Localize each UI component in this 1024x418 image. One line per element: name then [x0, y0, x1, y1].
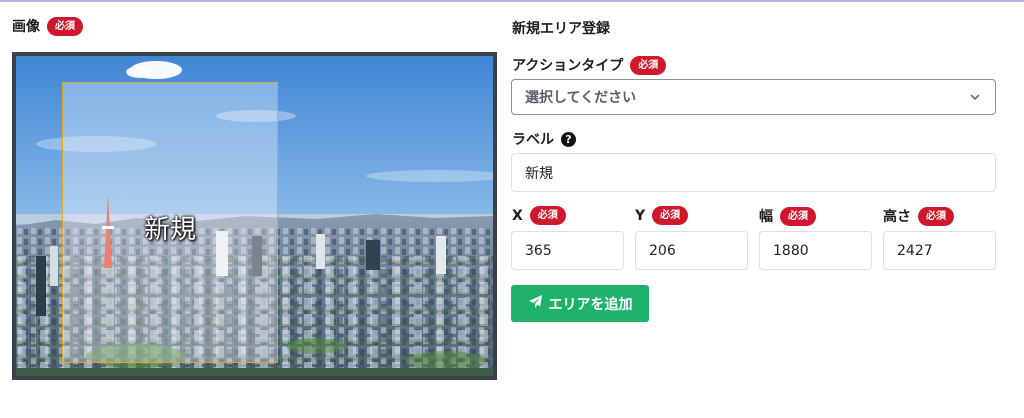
- label-field-label: ラベル: [512, 132, 554, 148]
- y-label: Y: [635, 207, 646, 224]
- required-badge: 必須: [529, 206, 566, 225]
- help-icon[interactable]: ?: [561, 131, 576, 147]
- y-label-row: Y 必須: [635, 206, 689, 225]
- area-box-label: 新規: [143, 215, 196, 245]
- image-label: 画像: [12, 19, 40, 35]
- image-label-row: 画像 必須: [12, 16, 83, 36]
- label-input[interactable]: 新規: [511, 153, 996, 192]
- city-photo[interactable]: 新規: [16, 56, 493, 376]
- chevron-down-icon: [967, 89, 983, 109]
- send-icon: [528, 294, 543, 313]
- required-badge: 必須: [918, 206, 954, 226]
- action-type-label-row: アクションタイプ 必須: [512, 55, 667, 75]
- required-badge: 必須: [652, 206, 689, 225]
- add-area-button-label: エリアを追加: [548, 296, 633, 313]
- label-field-label-row: ラベル ?: [512, 129, 576, 149]
- height-label: 高さ: [883, 209, 911, 225]
- width-input[interactable]: 1880: [759, 231, 872, 270]
- width-label-row: 幅 必須: [759, 206, 816, 226]
- height-input[interactable]: 2427: [883, 231, 996, 270]
- required-badge: 必須: [630, 55, 667, 75]
- height-label-row: 高さ 必須: [883, 206, 954, 226]
- image-canvas[interactable]: 新規: [12, 52, 497, 380]
- x-label-row: X 必須: [512, 206, 566, 225]
- required-badge: 必須: [780, 206, 816, 226]
- action-type-selected-value: 選択してください: [525, 90, 637, 106]
- action-type-label: アクションタイプ: [512, 58, 624, 74]
- x-label: X: [512, 207, 523, 224]
- action-type-select[interactable]: 選択してください: [511, 79, 996, 115]
- x-input[interactable]: 365: [511, 231, 624, 270]
- required-badge: 必須: [47, 16, 83, 36]
- width-label: 幅: [759, 209, 773, 225]
- add-area-button[interactable]: エリアを追加: [511, 285, 649, 322]
- y-input[interactable]: 206: [635, 231, 748, 270]
- selected-area-box[interactable]: 新規: [62, 82, 278, 363]
- form-title: 新規エリア登録: [512, 21, 610, 37]
- top-border: [0, 0, 1024, 2]
